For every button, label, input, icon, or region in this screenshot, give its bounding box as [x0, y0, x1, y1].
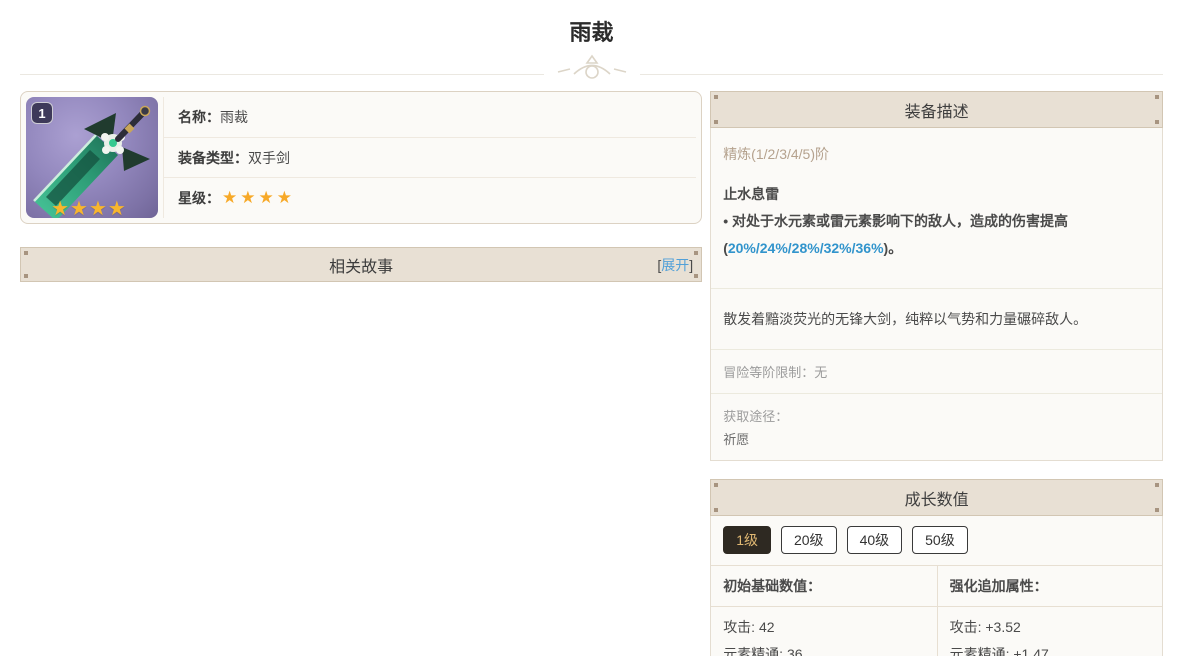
- main-content: 1: [0, 91, 1183, 656]
- upgrade-stats-header: 强化追加属性：: [938, 566, 1162, 607]
- corner-dot-icon: [1155, 483, 1159, 487]
- weapon-thumbnail: 1: [26, 97, 158, 218]
- weapon-type-row: 装备类型： 双手剑: [164, 138, 696, 179]
- right-column: 装备描述 精炼(1/2/3/4/5)阶 止水息雷 • 对处于水元素或雷元素影响下…: [710, 91, 1163, 656]
- tab-level-40[interactable]: 40级: [847, 526, 903, 554]
- base-stats-header: 初始基础数值：: [711, 566, 936, 607]
- upgrade-stats-values: 攻击: +3.52 元素精通: +1.47: [938, 607, 1162, 656]
- related-story-bar: 相关故事 [展开]: [20, 247, 702, 282]
- corner-dot-icon: [1155, 95, 1159, 99]
- weapon-info-card: 1: [20, 91, 702, 224]
- adventure-rank-limit: 冒险等阶限制：无: [711, 349, 1162, 393]
- title-divider: [20, 47, 1163, 79]
- weapon-name-value: 雨裁: [220, 107, 248, 127]
- tab-level-1[interactable]: 1级: [723, 526, 771, 554]
- refinement-badge: 1: [31, 102, 53, 124]
- base-elemental-mastery-value: 元素精通: 36: [723, 641, 924, 656]
- weapon-name-row: 名称： 雨裁: [164, 97, 696, 138]
- base-stats-values: 攻击: 42 元素精通: 36: [711, 607, 936, 656]
- corner-dot-icon: [694, 274, 698, 278]
- story-expand-control: [展开]: [657, 248, 693, 281]
- rarity-stars-icon: ★★★★: [222, 188, 295, 208]
- upgrade-attack-value: 攻击: +3.52: [950, 614, 1150, 641]
- upgrade-stats-column: 强化追加属性： 攻击: +3.52 元素精通: +1.47: [937, 566, 1162, 656]
- left-column: 1: [20, 91, 702, 282]
- base-attack-value: 攻击: 42: [723, 614, 924, 641]
- base-stats-column: 初始基础数值： 攻击: 42 元素精通: 36: [711, 566, 936, 656]
- corner-dot-icon: [1155, 120, 1159, 124]
- corner-dot-icon: [24, 251, 28, 255]
- obtain-value: 祈愿: [723, 429, 1150, 448]
- upgrade-elemental-mastery-value: 元素精通: +1.47: [950, 641, 1150, 656]
- skill-name: 止水息雷: [723, 184, 1150, 204]
- thumbnail-rarity-stars: ★★★★: [51, 196, 127, 218]
- level-tabs: 1级 20级 40级 50级: [711, 516, 1162, 566]
- weapon-attributes: 名称： 雨裁 装备类型： 双手剑 星级： ★★★★: [163, 97, 696, 218]
- equipment-description-body: 精炼(1/2/3/4/5)阶 止水息雷 • 对处于水元素或雷元素影响下的敌人，造…: [710, 128, 1163, 461]
- skill-values-highlight: 20%/24%/28%/32%/36%: [728, 240, 884, 256]
- refinement-rank-label: 精炼(1/2/3/4/5)阶: [723, 144, 1150, 164]
- obtain-section: 获取途径： 祈愿: [711, 393, 1162, 460]
- weapon-type-value: 双手剑: [248, 148, 290, 168]
- equipment-description-panel: 装备描述 精炼(1/2/3/4/5)阶 止水息雷 • 对处于水元素或雷元素影响下…: [710, 91, 1163, 461]
- growth-stats-body: 1级 20级 40级 50级 初始基础数值： 攻击: 42 元素精通: 36 强…: [710, 516, 1163, 656]
- corner-dot-icon: [714, 120, 718, 124]
- weapon-rarity-label: 星级：: [178, 188, 220, 208]
- corner-dot-icon: [694, 251, 698, 255]
- bracket-close: ]: [689, 257, 693, 273]
- skill-description: • 对处于水元素或雷元素影响下的敌人，造成的伤害提高(20%/24%/28%/3…: [723, 208, 1150, 262]
- equipment-description-title: 装备描述: [905, 98, 969, 122]
- equipment-description-header: 装备描述: [710, 91, 1163, 128]
- expand-link[interactable]: 展开: [661, 255, 689, 275]
- skill-description-suffix: )。: [884, 240, 903, 256]
- tab-level-20[interactable]: 20级: [781, 526, 837, 554]
- weapon-name-label: 名称：: [178, 107, 220, 127]
- growth-stats-panel: 成长数值 1级 20级 40级 50级 初始基础数值： 攻击: 42 元素精通:…: [710, 479, 1163, 656]
- divider-ornament-icon: [544, 53, 640, 79]
- corner-dot-icon: [714, 508, 718, 512]
- growth-stats-header: 成长数值: [710, 479, 1163, 516]
- weapon-type-label: 装备类型：: [178, 148, 248, 168]
- page-title: 雨裁: [0, 0, 1183, 47]
- skill-section: 精炼(1/2/3/4/5)阶 止水息雷 • 对处于水元素或雷元素影响下的敌人，造…: [711, 128, 1162, 288]
- corner-dot-icon: [24, 274, 28, 278]
- tab-level-50[interactable]: 50级: [912, 526, 968, 554]
- stats-table: 初始基础数值： 攻击: 42 元素精通: 36 强化追加属性： 攻击: +3.5…: [711, 566, 1162, 656]
- corner-dot-icon: [714, 95, 718, 99]
- corner-dot-icon: [1155, 508, 1159, 512]
- weapon-rarity-row: 星级： ★★★★: [164, 178, 696, 218]
- flavor-text: 散发着黯淡荧光的无锋大剑，纯粹以气势和力量碾碎敌人。: [711, 288, 1162, 349]
- related-story-title: 相关故事: [329, 253, 393, 277]
- growth-stats-title: 成长数值: [905, 486, 969, 510]
- corner-dot-icon: [714, 483, 718, 487]
- obtain-label: 获取途径：: [723, 406, 1150, 425]
